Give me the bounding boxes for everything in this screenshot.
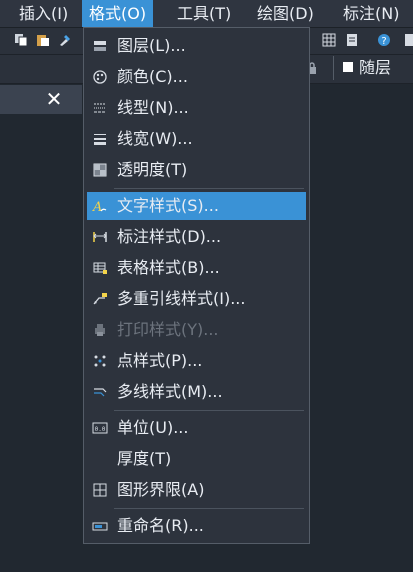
palette-icon bbox=[92, 69, 108, 85]
menu-item-transparency[interactable]: 透明度(T) bbox=[87, 156, 306, 184]
menu-item-label: 点样式(P)... bbox=[117, 351, 203, 370]
format-menu-dropdown: 图层(L)... 颜色(C)... 线型(N)... 线宽(W)... 透明度(… bbox=[83, 27, 310, 544]
lineweight-icon bbox=[92, 131, 108, 147]
menu-bar: 插入(I) 格式(O) 工具(T) 绘图(D) 标注(N) bbox=[0, 0, 413, 28]
dimension-style-icon bbox=[92, 229, 108, 245]
color-combo[interactable]: 随层 bbox=[333, 56, 413, 80]
table-style-icon bbox=[92, 260, 108, 276]
menu-item-table-style[interactable]: 表格样式(B)... bbox=[87, 254, 306, 282]
menu-item-color[interactable]: 颜色(C)... bbox=[87, 63, 306, 91]
menu-item-label: 表格样式(B)... bbox=[117, 258, 220, 277]
menu-item-label: 标注样式(D)... bbox=[117, 227, 222, 246]
menu-item-label: 单位(U)... bbox=[117, 418, 189, 437]
menu-item-drawing-limits[interactable]: 图形界限(A) bbox=[87, 476, 306, 504]
color-combo-value: 随层 bbox=[359, 58, 392, 77]
print-style-icon bbox=[92, 322, 108, 338]
drawing-limits-icon bbox=[92, 482, 108, 498]
menu-item-label: 文字样式(S)... bbox=[117, 196, 219, 215]
menu-item-multiline-style[interactable]: 多线样式(M)... bbox=[87, 378, 306, 406]
menu-item-text-style[interactable]: A 文字样式(S)... bbox=[87, 192, 306, 220]
menu-separator bbox=[114, 508, 304, 509]
menu-item-label: 多线样式(M)... bbox=[117, 382, 223, 401]
menu-item-label: 线宽(W)... bbox=[117, 129, 193, 148]
menu-item-point-style[interactable]: 点样式(P)... bbox=[87, 347, 306, 375]
match-properties-icon[interactable] bbox=[58, 33, 72, 47]
menu-item-label: 打印样式(Y)... bbox=[117, 320, 219, 339]
menu-item-label: 透明度(T) bbox=[117, 160, 188, 179]
menu-item-print-style: 打印样式(Y)... bbox=[87, 316, 306, 344]
units-icon: 0.0 bbox=[92, 420, 108, 436]
menu-dimension[interactable]: 标注(N) bbox=[336, 0, 406, 27]
svg-text:A: A bbox=[92, 200, 102, 214]
menu-item-label: 厚度(T) bbox=[117, 449, 172, 468]
menu-item-lineweight[interactable]: 线宽(W)... bbox=[87, 125, 306, 153]
menu-item-layers[interactable]: 图层(L)... bbox=[87, 32, 306, 60]
text-style-icon: A bbox=[92, 198, 108, 215]
multileader-style-icon bbox=[92, 291, 108, 307]
menu-item-label: 图层(L)... bbox=[117, 36, 186, 55]
menu-separator bbox=[114, 188, 304, 189]
menu-item-label: 图形界限(A) bbox=[117, 480, 205, 499]
menu-insert[interactable]: 插入(I) bbox=[12, 0, 75, 27]
copy-icon[interactable] bbox=[14, 33, 28, 47]
menu-item-linetype[interactable]: 线型(N)... bbox=[87, 94, 306, 122]
table-icon[interactable] bbox=[322, 33, 336, 47]
svg-text:0.0: 0.0 bbox=[95, 426, 106, 433]
document-icon[interactable] bbox=[345, 33, 359, 47]
multiline-style-icon bbox=[92, 384, 108, 400]
document-tab[interactable]: ✕ bbox=[0, 85, 82, 114]
rename-icon bbox=[92, 518, 108, 534]
svg-text:?: ? bbox=[381, 36, 386, 47]
menu-item-dimension-style[interactable]: 标注样式(D)... bbox=[87, 223, 306, 251]
paste-icon[interactable] bbox=[36, 33, 50, 47]
menu-item-label: 多重引线样式(I)... bbox=[117, 289, 246, 308]
transparency-icon bbox=[92, 162, 108, 178]
color-swatch bbox=[343, 62, 353, 72]
menu-separator bbox=[114, 410, 304, 411]
menu-format[interactable]: 格式(O) bbox=[82, 0, 154, 27]
toolbar-icon[interactable] bbox=[402, 33, 413, 47]
help-icon[interactable]: ? bbox=[377, 33, 391, 47]
layers-icon bbox=[92, 38, 108, 54]
menu-item-label: 线型(N)... bbox=[117, 98, 189, 117]
menu-tools[interactable]: 工具(T) bbox=[170, 0, 238, 27]
linetype-icon bbox=[92, 100, 108, 116]
point-style-icon bbox=[92, 353, 108, 369]
menu-item-label: 重命名(R)... bbox=[117, 516, 204, 535]
menu-item-rename[interactable]: 重命名(R)... bbox=[87, 512, 306, 540]
menu-item-multileader-style[interactable]: 多重引线样式(I)... bbox=[87, 285, 306, 313]
menu-item-units[interactable]: 0.0 单位(U)... bbox=[87, 414, 306, 442]
close-icon[interactable]: ✕ bbox=[44, 88, 64, 110]
menu-item-label: 颜色(C)... bbox=[117, 67, 188, 86]
menu-draw[interactable]: 绘图(D) bbox=[250, 0, 321, 27]
menu-item-thickness[interactable]: 厚度(T) bbox=[87, 445, 306, 473]
